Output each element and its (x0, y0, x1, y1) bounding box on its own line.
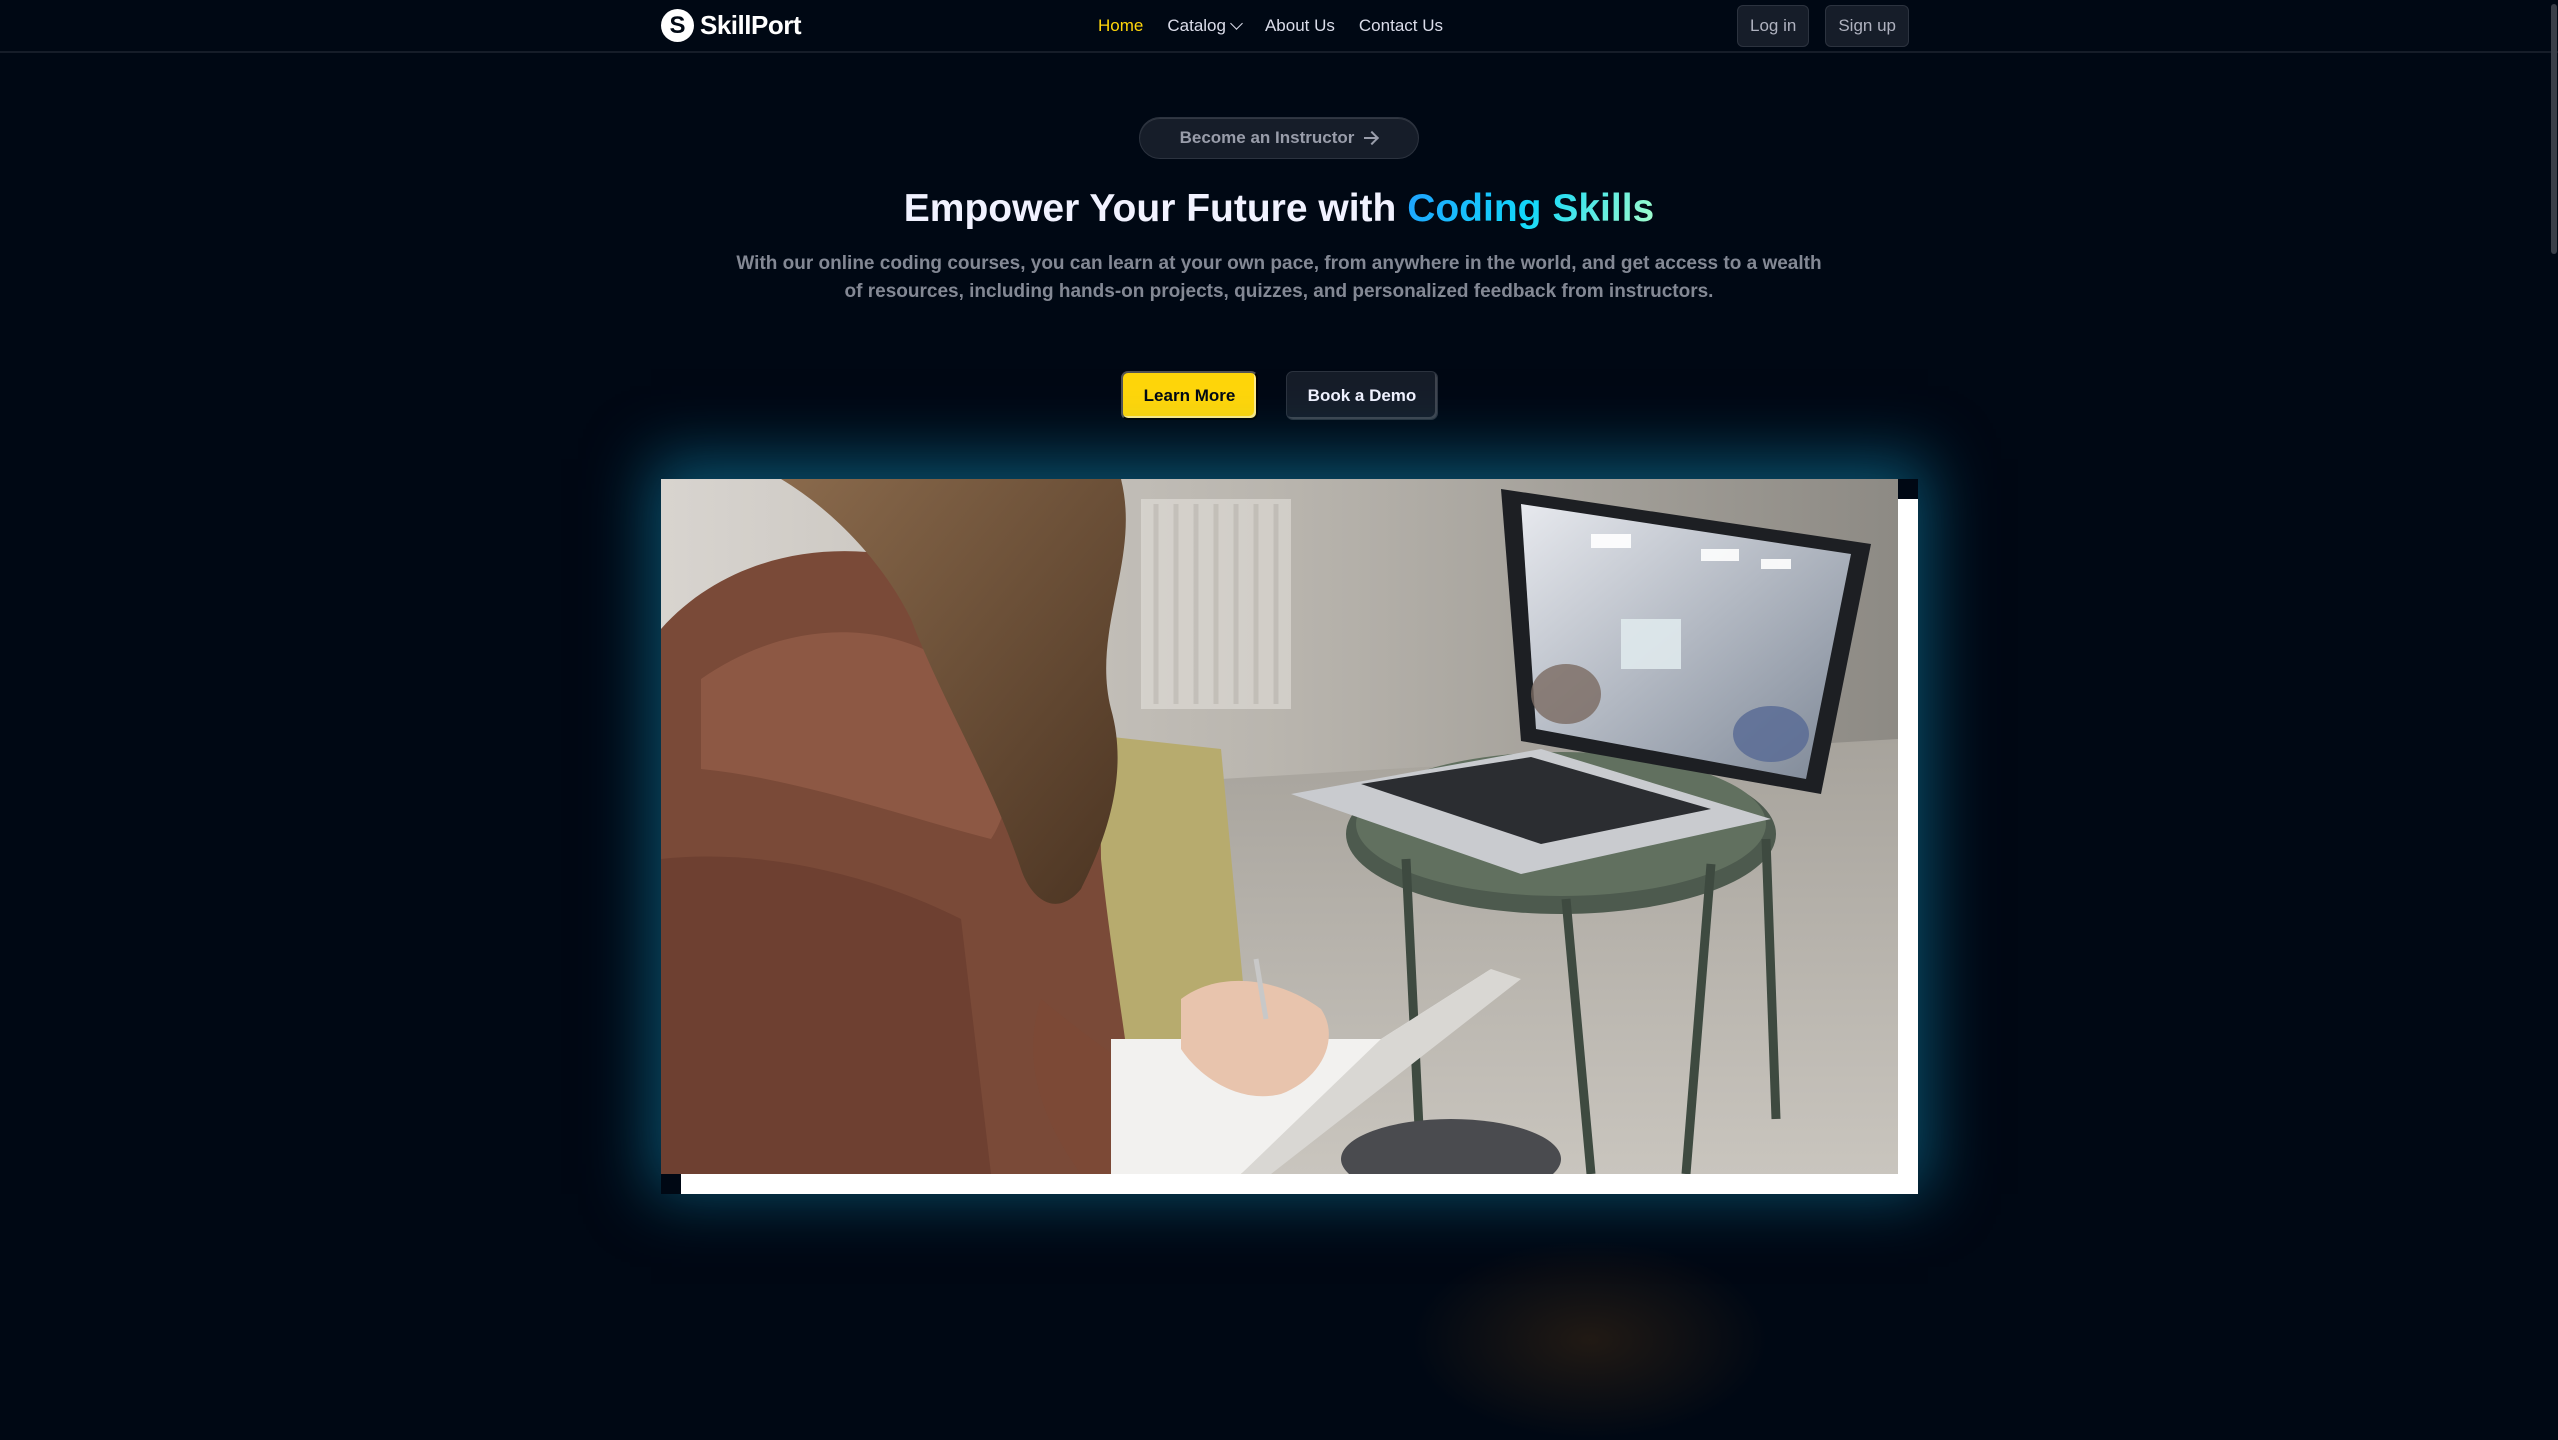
become-instructor-label: Become an Instructor (1179, 128, 1355, 147)
nav-link-home[interactable]: Home (1098, 16, 1143, 36)
hero-video[interactable] (661, 479, 1898, 1174)
learn-more-button[interactable]: Learn More (1121, 371, 1258, 420)
logo-icon: S (661, 9, 694, 42)
page-scrollbar[interactable] (2550, 0, 2558, 1315)
video-still-illustration (661, 479, 1898, 1174)
auth-actions: Log in Sign up (1737, 4, 1909, 47)
bottom-glow-decoration (1410, 1240, 1770, 1440)
chevron-down-icon (1230, 16, 1243, 30)
login-button[interactable]: Log in (1737, 4, 1810, 47)
nav-link-about[interactable]: About Us (1265, 16, 1335, 36)
nav-link-catalog[interactable]: Catalog (1167, 15, 1243, 36)
nav-link-contact[interactable]: Contact Us (1359, 16, 1443, 36)
book-demo-button[interactable]: Book a Demo (1286, 371, 1438, 420)
main-nav: Home Catalog About Us Contact Us (1098, 16, 1443, 36)
navbar-inner: S SkillPort Home Catalog About Us Contac… (661, 0, 1909, 51)
brand-name: SkillPort (700, 10, 801, 40)
hero-headline: Empower Your Future with Coding Skills (0, 187, 2558, 231)
become-instructor-button[interactable]: Become an Instructor (1139, 117, 1419, 159)
scrollbar-thumb[interactable] (2551, 4, 2557, 254)
signup-button[interactable]: Sign up (1825, 4, 1909, 47)
brand-logo[interactable]: S SkillPort (661, 9, 801, 42)
nav-link-catalog-label: Catalog (1167, 15, 1226, 35)
headline-prefix: Empower Your Future with (903, 187, 1408, 230)
navbar: S SkillPort Home Catalog About Us Contac… (0, 0, 2558, 53)
hero-description: With our online coding courses, you can … (736, 253, 1822, 302)
headline-highlight: Coding Skills (1407, 187, 1655, 230)
cta-row: Learn More Book a Demo (1121, 371, 1438, 420)
hero-video-section (661, 479, 1918, 1194)
arrow-right-icon (1364, 131, 1378, 145)
